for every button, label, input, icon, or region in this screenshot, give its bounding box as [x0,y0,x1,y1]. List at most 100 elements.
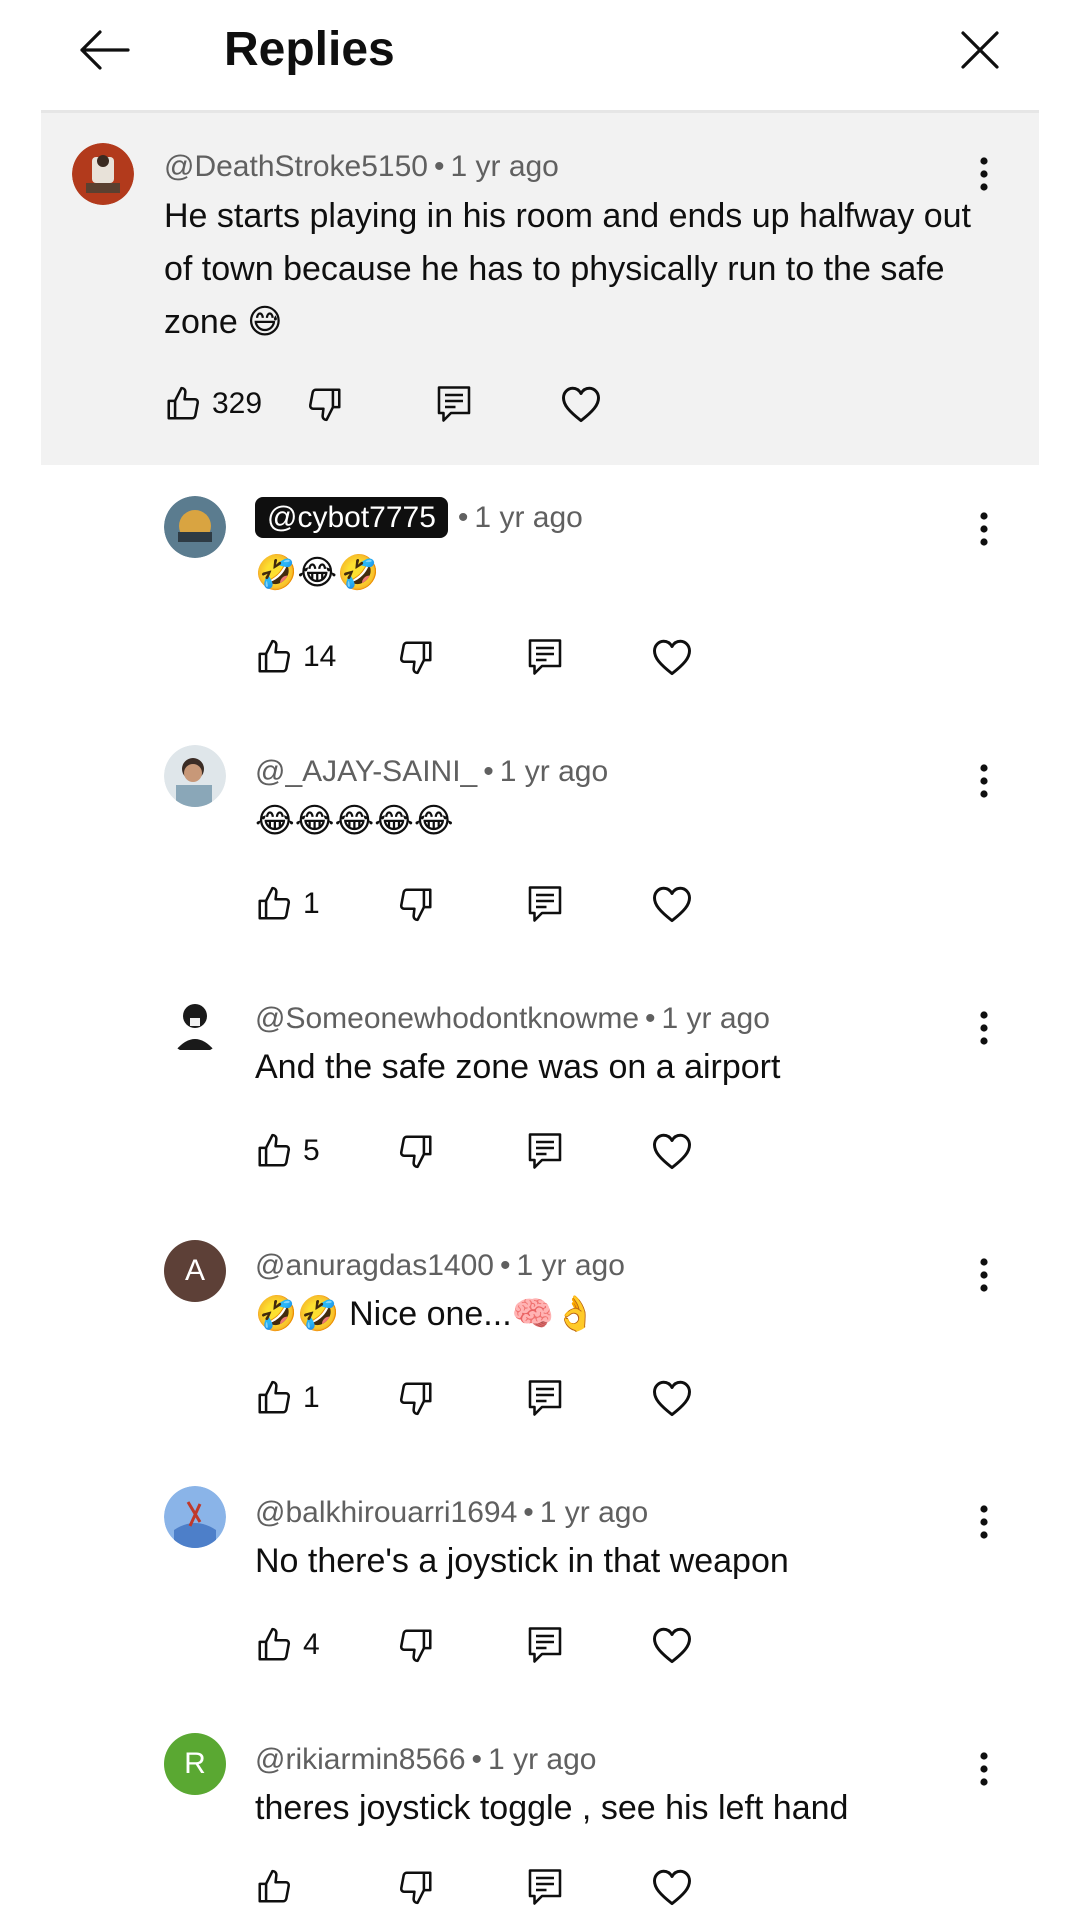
heart-button[interactable] [560,379,602,429]
comment-author[interactable]: @balkhirouarri1694 [255,1496,517,1529]
heart-icon [653,1133,691,1170]
comment-text: No there's a joystick in that weapon [255,1542,789,1580]
heart-icon [562,386,600,423]
heart-icon [653,886,691,923]
comment-author[interactable]: @cybot7775 [255,497,448,538]
dislike-icon [399,641,432,675]
avatar[interactable] [164,1486,226,1548]
comment-time: 1 yr ago [499,755,609,788]
like-button[interactable]: 1 [255,879,320,929]
comment-author[interactable]: @Someonewhodontknowme [255,1002,639,1035]
heart-icon [653,1380,691,1417]
comment-time: 1 yr ago [539,1496,649,1529]
comment-text: 🤣🤣 Nice one...🧠👌 [255,1295,597,1333]
dislike-icon [399,1382,432,1416]
more-vert-icon [980,1258,988,1292]
like-button[interactable]: 5 [255,1126,320,1176]
reply-button[interactable] [527,1862,563,1912]
reply-button[interactable] [527,1620,563,1670]
reply-button[interactable] [527,879,563,929]
heart-button[interactable] [651,1373,693,1423]
avatar[interactable]: A [164,1240,226,1302]
avatar[interactable] [164,496,226,558]
comment-meta: @balkhirouarri1694 • 1 yr ago [255,1493,648,1533]
heart-button[interactable] [651,879,693,929]
dislike-button[interactable] [397,1862,435,1912]
heart-button[interactable] [651,1126,693,1176]
heart-icon [653,1869,691,1906]
more-vert-icon [980,1505,988,1539]
reply-button[interactable] [527,1373,563,1423]
comment-text: theres joystick toggle , see his left ha… [255,1789,849,1827]
comment-author[interactable]: @rikiarmin8566 [255,1743,466,1776]
reply-icon [528,1380,562,1416]
dislike-icon [399,1871,432,1905]
like-count: 329 [212,387,263,420]
comment-author[interactable]: @DeathStroke5150 [164,150,428,183]
reply-button[interactable] [527,632,563,682]
action-bar: 1 [255,879,705,929]
dislike-icon [308,388,341,422]
comment-author[interactable]: @anuragdas1400 [255,1249,494,1282]
reply-icon [528,639,562,675]
close-button[interactable] [956,26,1004,74]
more-button[interactable] [964,505,1004,553]
heart-button[interactable] [651,1620,693,1670]
dislike-button[interactable] [397,1126,435,1176]
more-vert-icon [980,1011,988,1045]
heart-button[interactable] [651,632,693,682]
action-bar: 4 [255,1620,705,1670]
reply-icon [528,1869,562,1905]
reply-icon [528,886,562,922]
action-bar [255,1862,705,1912]
reply-icon [437,386,471,422]
reply-button[interactable] [436,379,472,429]
like-button[interactable]: 1 [255,1373,320,1423]
like-button[interactable]: 329 [164,379,262,429]
comment-text: And the safe zone was on a airport [255,1048,781,1086]
comment-meta: @rikiarmin8566 • 1 yr ago [255,1740,596,1780]
like-count: 14 [303,640,337,673]
avatar-letter: A [184,1254,205,1287]
more-vert-icon [980,512,988,546]
like-count: 5 [303,1134,320,1167]
like-icon [258,1133,291,1167]
dislike-icon [399,1135,432,1169]
back-button[interactable] [76,26,132,74]
header-bar: Replies [0,0,1080,110]
dislike-button[interactable] [397,879,435,929]
comment-author[interactable]: @_AJAY-SAINI_ [255,755,477,788]
meta-separator: • [457,501,469,534]
comment-time: 1 yr ago [450,150,559,183]
dislike-button[interactable] [397,632,435,682]
avatar[interactable] [72,143,134,205]
like-icon [258,1627,291,1661]
arrow-left-icon [80,30,130,70]
action-bar: 5 [255,1126,705,1176]
avatar[interactable] [164,745,226,807]
reply-button[interactable] [527,1126,563,1176]
dislike-button[interactable] [306,379,344,429]
comment-time: 1 yr ago [474,501,583,534]
more-vert-icon [980,1752,988,1786]
comment-text: 😂😂😂😂😂 [255,802,454,840]
dislike-button[interactable] [397,1620,435,1670]
avatar[interactable]: R [164,1733,226,1795]
like-count: 4 [303,1628,320,1661]
heart-icon [653,1627,691,1664]
meta-separator: • [499,1249,511,1282]
comment-meta: @anuragdas1400 • 1 yr ago [255,1246,625,1286]
dislike-button[interactable] [397,1373,435,1423]
comment-meta: @Someonewhodontknowme • 1 yr ago [255,999,770,1039]
reply-icon [528,1133,562,1169]
meta-separator: • [523,1496,534,1529]
like-button[interactable]: 14 [255,632,336,682]
comment-time: 1 yr ago [661,1002,770,1035]
like-button[interactable]: 4 [255,1620,320,1670]
like-icon [167,386,200,420]
heart-button[interactable] [651,1862,693,1912]
action-bar: 329 [164,379,664,429]
like-button[interactable] [255,1862,303,1912]
meta-separator: • [471,1743,483,1776]
avatar[interactable] [164,992,226,1054]
